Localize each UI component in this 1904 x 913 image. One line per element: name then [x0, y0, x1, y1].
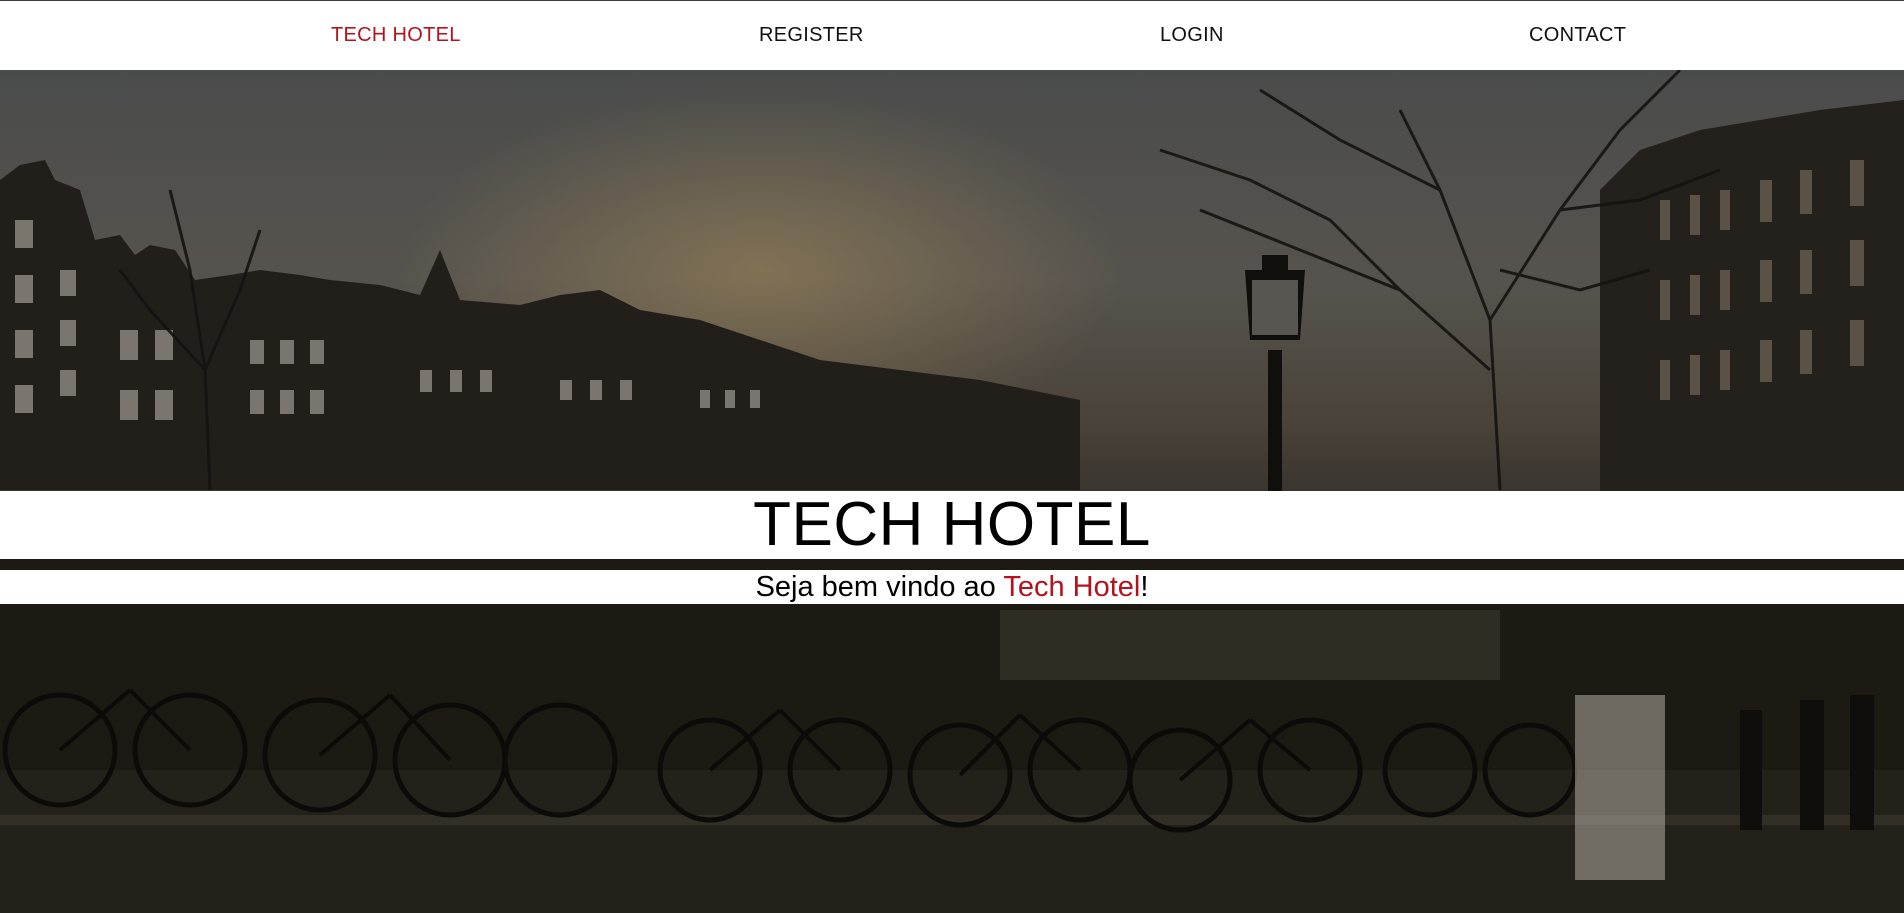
- subtitle-prefix: Seja bem vindo ao: [755, 571, 1004, 603]
- hero-title: TECH HOTEL: [753, 490, 1151, 559]
- top-navbar: TECH HOTEL REGISTER LOGIN CONTACT: [0, 0, 1904, 70]
- nav-brand-link[interactable]: TECH HOTEL: [331, 24, 461, 47]
- subtitle-highlight: Tech Hotel: [1003, 571, 1141, 603]
- hero-subtitle-band: Seja bem vindo ao Tech Hotel!: [0, 570, 1904, 604]
- nav-login-link[interactable]: LOGIN: [1160, 24, 1224, 47]
- hero-title-band: TECH HOTEL: [0, 491, 1904, 559]
- nav-register-link[interactable]: REGISTER: [759, 24, 864, 47]
- hero-subtitle: Seja bem vindo ao Tech Hotel!: [756, 571, 1149, 603]
- nav-contact-link[interactable]: CONTACT: [1529, 24, 1626, 47]
- subtitle-suffix: !: [1140, 571, 1149, 603]
